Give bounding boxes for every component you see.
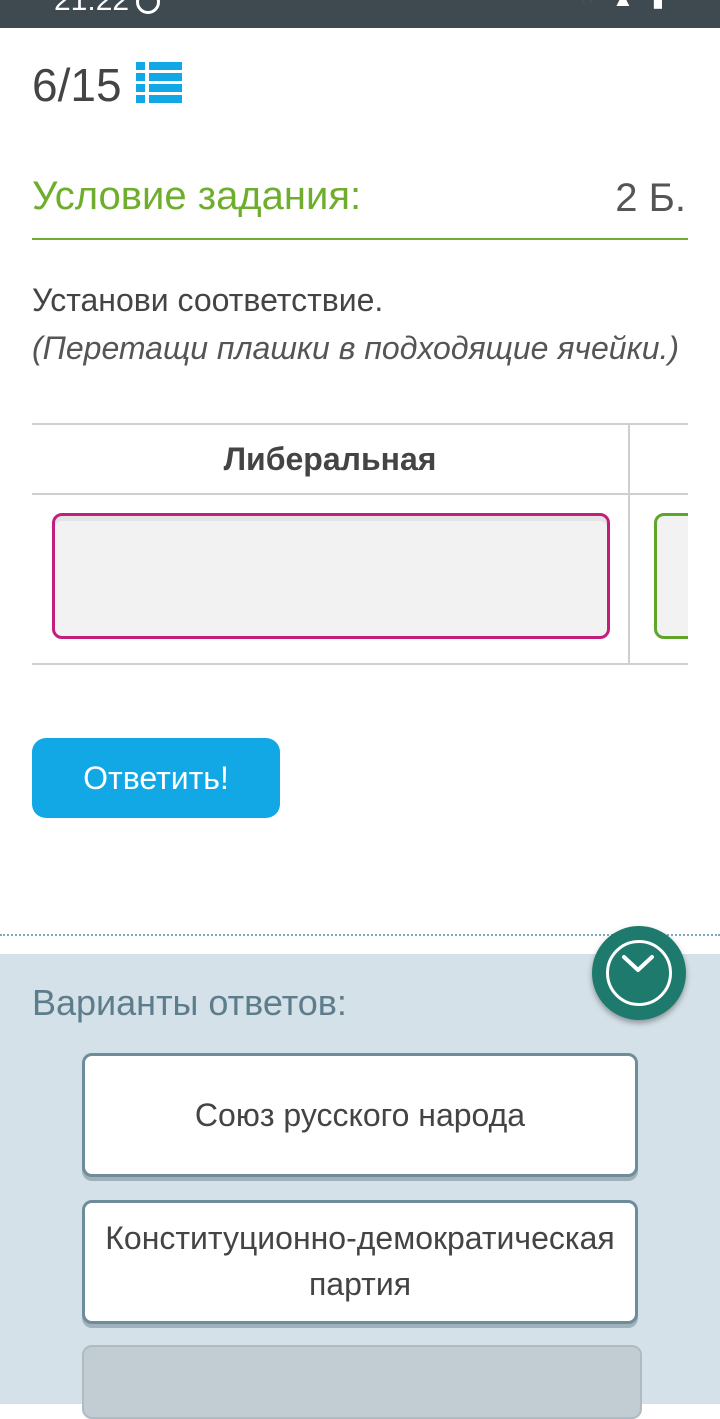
table-header-border xyxy=(32,493,688,495)
task-points: 2 Б. xyxy=(615,176,686,220)
status-time: 21:22 xyxy=(54,0,130,17)
option-tile-placeholder[interactable] xyxy=(82,1345,642,1419)
instruction-sub: (Перетащи плашки в подходящие ячейки.) xyxy=(32,330,680,366)
status-bar: 21:22 ◔ ▲ ▮ xyxy=(0,0,720,28)
collapse-button[interactable] xyxy=(592,926,686,1020)
column-header-liberal: Либеральная xyxy=(223,441,437,477)
option-tile[interactable]: Союз русского народа xyxy=(82,1053,638,1177)
task-divider xyxy=(32,238,688,240)
table-bottom-border xyxy=(32,663,688,665)
option-tile[interactable]: Конституционно-демократическая партия xyxy=(82,1200,638,1324)
drop-cell-liberal[interactable] xyxy=(52,513,610,639)
option-label: Союз русского народа xyxy=(194,1097,526,1133)
table-column-divider xyxy=(628,423,630,665)
status-icons: ◔ ▲ ▮ xyxy=(581,0,670,12)
matching-table: Либеральная xyxy=(32,423,688,665)
answer-button[interactable]: Ответить! xyxy=(32,738,280,818)
chevron-down-icon xyxy=(622,955,654,972)
list-icon[interactable] xyxy=(136,62,182,104)
table-top-border xyxy=(32,423,688,425)
question-counter: 6/15 xyxy=(32,59,122,111)
search-icon xyxy=(136,0,160,14)
options-title: Варианты ответов: xyxy=(32,982,347,1023)
options-panel: Варианты ответов: xyxy=(0,954,720,1404)
task-title: Условие задания: xyxy=(32,174,362,218)
option-label: Конституционно-демократическая партия xyxy=(105,1220,615,1302)
drop-cell-second[interactable] xyxy=(654,513,688,639)
instruction-main: Установи соответствие. xyxy=(32,282,384,318)
